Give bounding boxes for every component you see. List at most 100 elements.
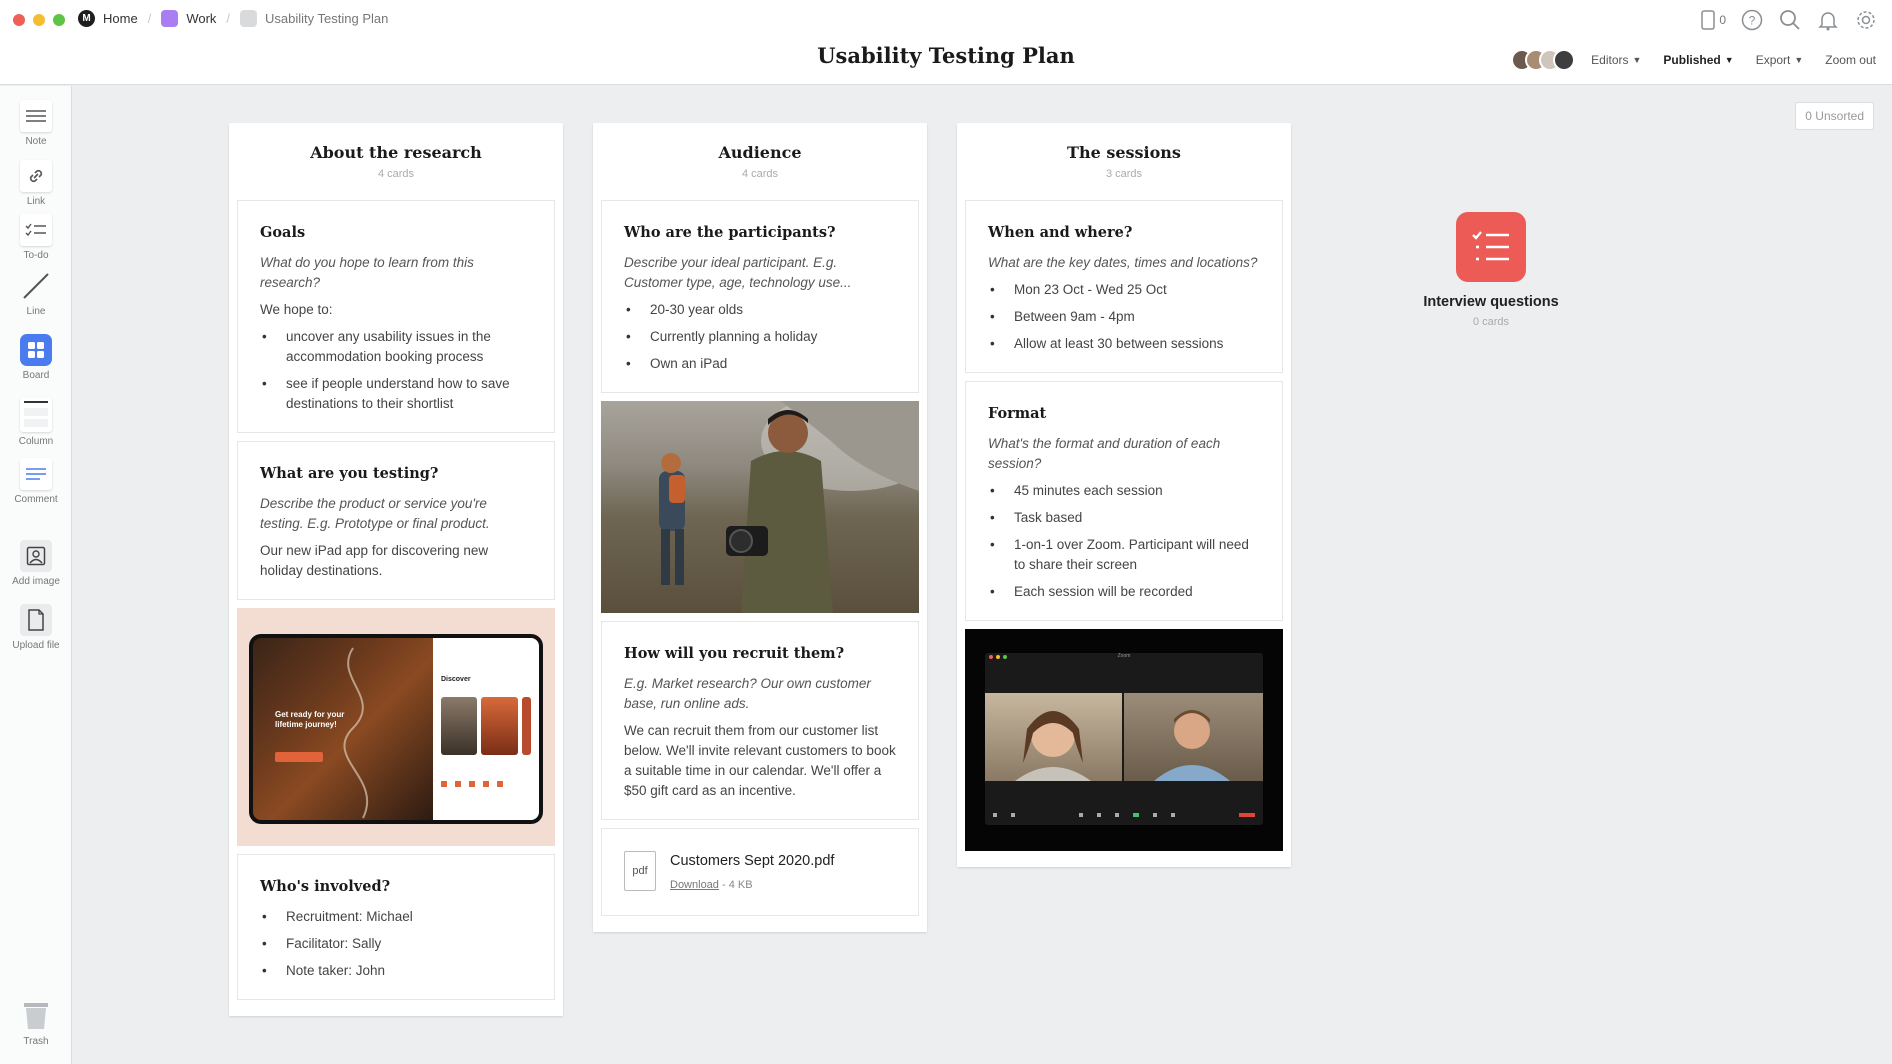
list-item: 1-on-1 over Zoom. Participant will need …: [988, 535, 1260, 575]
column-about-research[interactable]: About the research 4 cards Goals What do…: [229, 123, 563, 1016]
minimize-window-button[interactable]: [33, 14, 45, 26]
tool-comment[interactable]: Comment: [0, 458, 72, 505]
card-title: Format: [988, 405, 1047, 422]
bullet-list: Recruitment: Michael Facilitator: Sally …: [260, 907, 532, 981]
bullet-list: 45 minutes each session Task based 1-on-…: [988, 481, 1260, 602]
breadcrumb-home[interactable]: M Home: [78, 10, 138, 27]
card-description: Describe the product or service you're t…: [260, 496, 490, 531]
file-card[interactable]: pdf Customers Sept 2020.pdf Download - 4…: [601, 828, 919, 916]
search-icon[interactable]: [1778, 8, 1802, 32]
bullet-list: 20-30 year olds Currently planning a hol…: [624, 300, 896, 374]
breadcrumb: M Home / Work / Usability Testing Plan: [78, 10, 388, 27]
card-title: Who are the participants?: [624, 224, 836, 241]
help-icon[interactable]: ?: [1740, 8, 1764, 32]
card-when-where[interactable]: When and where? What are the key dates, …: [965, 200, 1283, 373]
column-sessions[interactable]: The sessions 3 cards When and where? Wha…: [957, 123, 1291, 867]
card-title: When and where?: [988, 224, 1133, 241]
file-icon: [20, 604, 52, 636]
ipad-thumbnail: [441, 697, 478, 755]
avatar: [1553, 49, 1576, 71]
ipad-app-image[interactable]: Get ready for your lifetime journey! Dis…: [237, 608, 555, 846]
card-description: Describe your ideal participant. E.g. Cu…: [624, 255, 852, 290]
interview-questions-board[interactable]: Interview questions 0 cards: [1420, 212, 1562, 328]
column-card-count: 4 cards: [377, 168, 415, 180]
ipad-discover-panel: Discover: [433, 638, 539, 820]
editors-menu[interactable]: Editors ▼: [1591, 53, 1641, 67]
card-title: What are you testing?: [260, 465, 439, 482]
card-text: We can recruit them from our customer li…: [624, 723, 896, 798]
tool-trash[interactable]: Trash: [0, 1000, 72, 1047]
breadcrumb-work[interactable]: Work: [161, 10, 216, 27]
video-tile-participant: [985, 693, 1122, 781]
photo-illustration: [659, 401, 919, 613]
tool-link[interactable]: Link: [0, 160, 72, 207]
card-title: How will you recruit them?: [624, 645, 845, 662]
tool-add-image[interactable]: Add image: [0, 540, 72, 587]
list-item: Between 9am - 4pm: [988, 307, 1260, 327]
list-item: 45 minutes each session: [988, 481, 1260, 501]
card-title: Goals: [260, 224, 306, 241]
download-link[interactable]: Download: [670, 879, 719, 891]
tool-sidebar: Note Link To-do Line Board Column Commen…: [0, 86, 72, 1064]
top-bar: M Home / Work / Usability Testing Plan U…: [0, 0, 1892, 85]
column-audience[interactable]: Audience 4 cards Who are the participant…: [593, 123, 927, 932]
card-participants[interactable]: Who are the participants? Describe your …: [601, 200, 919, 393]
card-recruit[interactable]: How will you recruit them? E.g. Market r…: [601, 621, 919, 820]
board-icon: [240, 10, 258, 27]
card-goals[interactable]: Goals What do you hope to learn from thi…: [237, 200, 555, 433]
tool-board[interactable]: Board: [0, 334, 72, 381]
published-menu[interactable]: Published ▼: [1663, 53, 1733, 67]
close-window-button[interactable]: [13, 14, 25, 26]
tool-upload-file[interactable]: Upload file: [0, 604, 72, 651]
ipad-mockup: Get ready for your lifetime journey! Dis…: [249, 634, 543, 824]
gear-icon[interactable]: [1854, 8, 1878, 32]
card-description: What do you hope to learn from this rese…: [260, 255, 474, 290]
bullet-list: Mon 23 Oct - Wed 25 Oct Between 9am - 4p…: [988, 280, 1260, 354]
list-item: Mon 23 Oct - Wed 25 Oct: [988, 280, 1260, 300]
list-item: Recruitment: Michael: [260, 907, 532, 927]
zoom-window: Zoom: [985, 653, 1263, 825]
board-menu: Editors ▼ Published ▼ Export ▼ Zoom out: [1511, 49, 1876, 71]
board-icon: [20, 334, 52, 366]
window-controls: [13, 14, 65, 26]
card-what-testing[interactable]: What are you testing? Describe the produ…: [237, 441, 555, 600]
maximize-window-button[interactable]: [53, 14, 65, 26]
device-indicator[interactable]: 0: [1701, 10, 1726, 30]
column-card-count: 3 cards: [1105, 168, 1143, 180]
card-whos-involved[interactable]: Who's involved? Recruitment: Michael Fac…: [237, 854, 555, 1000]
comment-icon: [20, 458, 52, 490]
tool-note[interactable]: Note: [0, 100, 72, 147]
tool-line[interactable]: Line: [0, 270, 72, 317]
card-title: Who's involved?: [260, 878, 391, 895]
column-header: About the research 4 cards: [237, 123, 555, 200]
board-icon: [161, 10, 179, 27]
file-size: - 4 KB: [718, 879, 753, 891]
column-icon: [20, 398, 52, 432]
export-menu[interactable]: Export ▼: [1756, 53, 1804, 67]
tool-todo[interactable]: To-do: [0, 214, 72, 261]
breadcrumb-current[interactable]: Usability Testing Plan: [240, 10, 388, 27]
card-format[interactable]: Format What's the format and duration of…: [965, 381, 1283, 621]
board-title: Interview questions: [1423, 294, 1559, 310]
chevron-down-icon: ▼: [1632, 55, 1642, 65]
collaborator-avatars[interactable]: [1511, 49, 1576, 71]
zoom-window-title: Zoom: [1117, 653, 1131, 659]
card-description: E.g. Market research? Our own customer b…: [624, 676, 871, 711]
column-title[interactable]: The sessions: [965, 143, 1283, 162]
column-card-count: 4 cards: [741, 168, 779, 180]
column-title[interactable]: Audience: [601, 143, 919, 162]
card-text: Our new iPad app for discovering new hol…: [260, 543, 489, 578]
tool-column[interactable]: Column: [0, 398, 72, 447]
chevron-down-icon: ▼: [1794, 55, 1804, 65]
list-item: Task based: [988, 508, 1260, 528]
zoom-out-button[interactable]: Zoom out: [1825, 53, 1876, 67]
video-tile-facilitator: [1124, 693, 1263, 781]
unsorted-button[interactable]: 0 Unsorted: [1795, 102, 1874, 130]
pdf-file-icon: pdf: [624, 851, 656, 891]
zoom-call-image[interactable]: Zoom: [965, 629, 1283, 851]
column-title[interactable]: About the research: [237, 143, 555, 162]
bell-icon[interactable]: [1816, 8, 1840, 32]
participants-photo[interactable]: [601, 401, 919, 613]
column-header: Audience 4 cards: [601, 123, 919, 200]
list-item: 20-30 year olds: [624, 300, 896, 320]
